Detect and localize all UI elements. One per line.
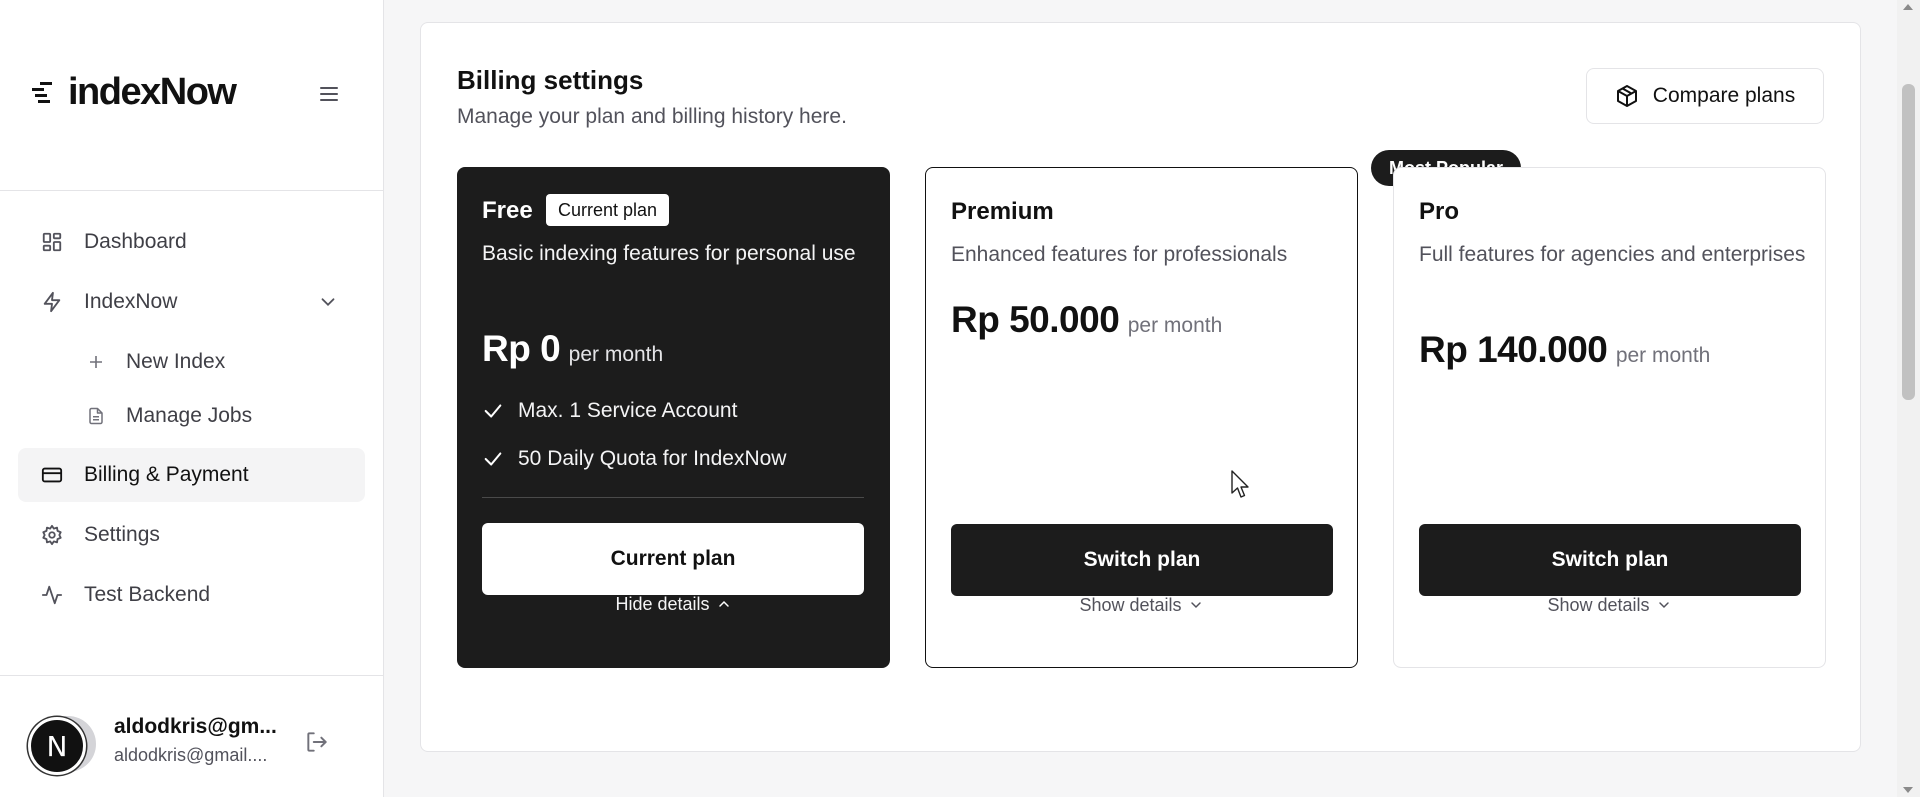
dashboard-icon <box>40 230 64 254</box>
sidebar-item-dashboard[interactable]: Dashboard <box>18 215 365 269</box>
current-plan-button[interactable]: Current plan <box>482 523 864 595</box>
compare-plans-label: Compare plans <box>1652 84 1796 107</box>
logout-icon[interactable] <box>304 729 330 755</box>
zap-icon <box>40 290 64 314</box>
plan-price: Rp 140.000 per month <box>1419 329 1710 371</box>
plan-description: Full features for agencies and enterpris… <box>1419 243 1806 266</box>
sidebar-item-label: Billing & Payment <box>84 463 249 486</box>
switch-plan-button[interactable]: Switch plan <box>1419 524 1801 596</box>
sidebar-item-billing[interactable]: Billing & Payment <box>18 448 365 502</box>
sidebar-divider <box>0 190 383 191</box>
menu-toggle-button[interactable] <box>316 82 342 106</box>
details-toggle-label: Show details <box>1547 594 1650 615</box>
sidebar-item-label: Test Backend <box>84 583 211 606</box>
sidebar-item-manage-jobs[interactable]: Manage Jobs <box>86 394 326 438</box>
price-period: per month <box>1127 314 1223 337</box>
price-amount: Rp 50.000 <box>951 299 1120 340</box>
price-period: per month <box>1615 344 1711 367</box>
current-plan-badge: Current plan <box>546 194 670 226</box>
plus-icon <box>86 352 106 372</box>
file-text-icon <box>86 406 106 426</box>
show-details-toggle[interactable]: Show details <box>926 590 1357 620</box>
check-icon <box>484 452 502 466</box>
plan-feature: 50 Daily Quota for IndexNow <box>482 444 786 474</box>
plan-name: Premium <box>951 198 1054 225</box>
show-details-toggle[interactable]: Show details <box>1394 590 1825 620</box>
sidebar-item-label: Settings <box>84 523 160 546</box>
brand-name: indexNow <box>68 71 237 113</box>
plan-price: Rp 0 per month <box>482 328 663 370</box>
avatar-group: N <box>28 715 98 775</box>
check-icon <box>484 404 502 418</box>
mouse-cursor-icon <box>1231 470 1249 498</box>
details-toggle-label: Hide details <box>615 593 710 614</box>
sidebar-item-test-backend[interactable]: Test Backend <box>18 568 365 622</box>
avatar: N <box>28 717 86 775</box>
chevron-down-icon <box>1190 602 1201 609</box>
plan-card-premium: Premium Enhanced features for profession… <box>925 167 1358 668</box>
plan-name: Free <box>482 197 533 224</box>
sidebar-divider <box>0 675 383 676</box>
details-toggle-label: Show details <box>1079 594 1182 615</box>
page-scrollbar[interactable] <box>1897 0 1920 797</box>
package-icon <box>1616 85 1637 107</box>
compare-plans-button[interactable]: Compare plans <box>1586 68 1824 124</box>
logo-mark-icon <box>32 82 52 103</box>
user-menu[interactable]: N aldodkris@gm... aldodkris@gmail.... <box>28 715 348 775</box>
page-title: Billing settings <box>457 65 644 95</box>
sidebar-item-indexnow[interactable]: IndexNow <box>18 275 365 329</box>
chevron-down-icon <box>321 298 335 307</box>
scrollbar-thumb[interactable] <box>1902 84 1915 400</box>
plan-divider <box>482 497 864 498</box>
activity-icon <box>40 583 64 607</box>
feature-label: Max. 1 Service Account <box>518 399 738 422</box>
plan-card-free: Free Current plan Basic indexing feature… <box>457 167 890 668</box>
sidebar-item-new-index[interactable]: New Index <box>86 340 326 384</box>
plan-feature: Max. 1 Service Account <box>482 396 737 426</box>
brand-logo[interactable]: indexNow <box>32 71 237 113</box>
scroll-up-arrow-icon[interactable] <box>1903 4 1913 10</box>
feature-label: 50 Daily Quota for IndexNow <box>518 447 787 470</box>
plan-card-pro: Pro Full features for agencies and enter… <box>1393 167 1826 668</box>
switch-plan-button[interactable]: Switch plan <box>951 524 1333 596</box>
chevron-up-icon <box>718 600 729 607</box>
page-subtitle: Manage your plan and billing history her… <box>457 105 847 128</box>
billing-settings-card: Billing settings Manage your plan and bi… <box>420 22 1861 752</box>
chevron-down-icon <box>1658 602 1669 609</box>
gear-icon <box>40 523 64 547</box>
credit-card-icon <box>40 463 64 487</box>
price-period: per month <box>568 343 664 366</box>
plan-price: Rp 50.000 per month <box>951 299 1222 341</box>
scroll-down-arrow-icon[interactable] <box>1903 787 1913 793</box>
price-amount: Rp 0 <box>482 328 561 369</box>
hamburger-icon <box>320 87 338 101</box>
price-amount: Rp 140.000 <box>1419 329 1608 370</box>
sidebar-item-label: IndexNow <box>84 290 178 313</box>
sidebar-item-label: Dashboard <box>84 230 187 253</box>
user-name: aldodkris@gm... <box>114 715 277 738</box>
plan-name: Pro <box>1419 198 1460 225</box>
plan-description: Enhanced features for professionals <box>951 243 1288 266</box>
sidebar-item-settings[interactable]: Settings <box>18 508 365 562</box>
user-email: aldodkris@gmail.... <box>114 745 268 765</box>
hide-details-toggle[interactable]: Hide details <box>457 589 890 619</box>
sidebar-item-label: Manage Jobs <box>126 404 253 427</box>
sidebar-item-label: New Index <box>126 350 226 373</box>
plan-description: Basic indexing features for personal use <box>482 242 856 265</box>
sidebar: indexNow Dashboard IndexNow New Index Ma… <box>0 0 384 797</box>
